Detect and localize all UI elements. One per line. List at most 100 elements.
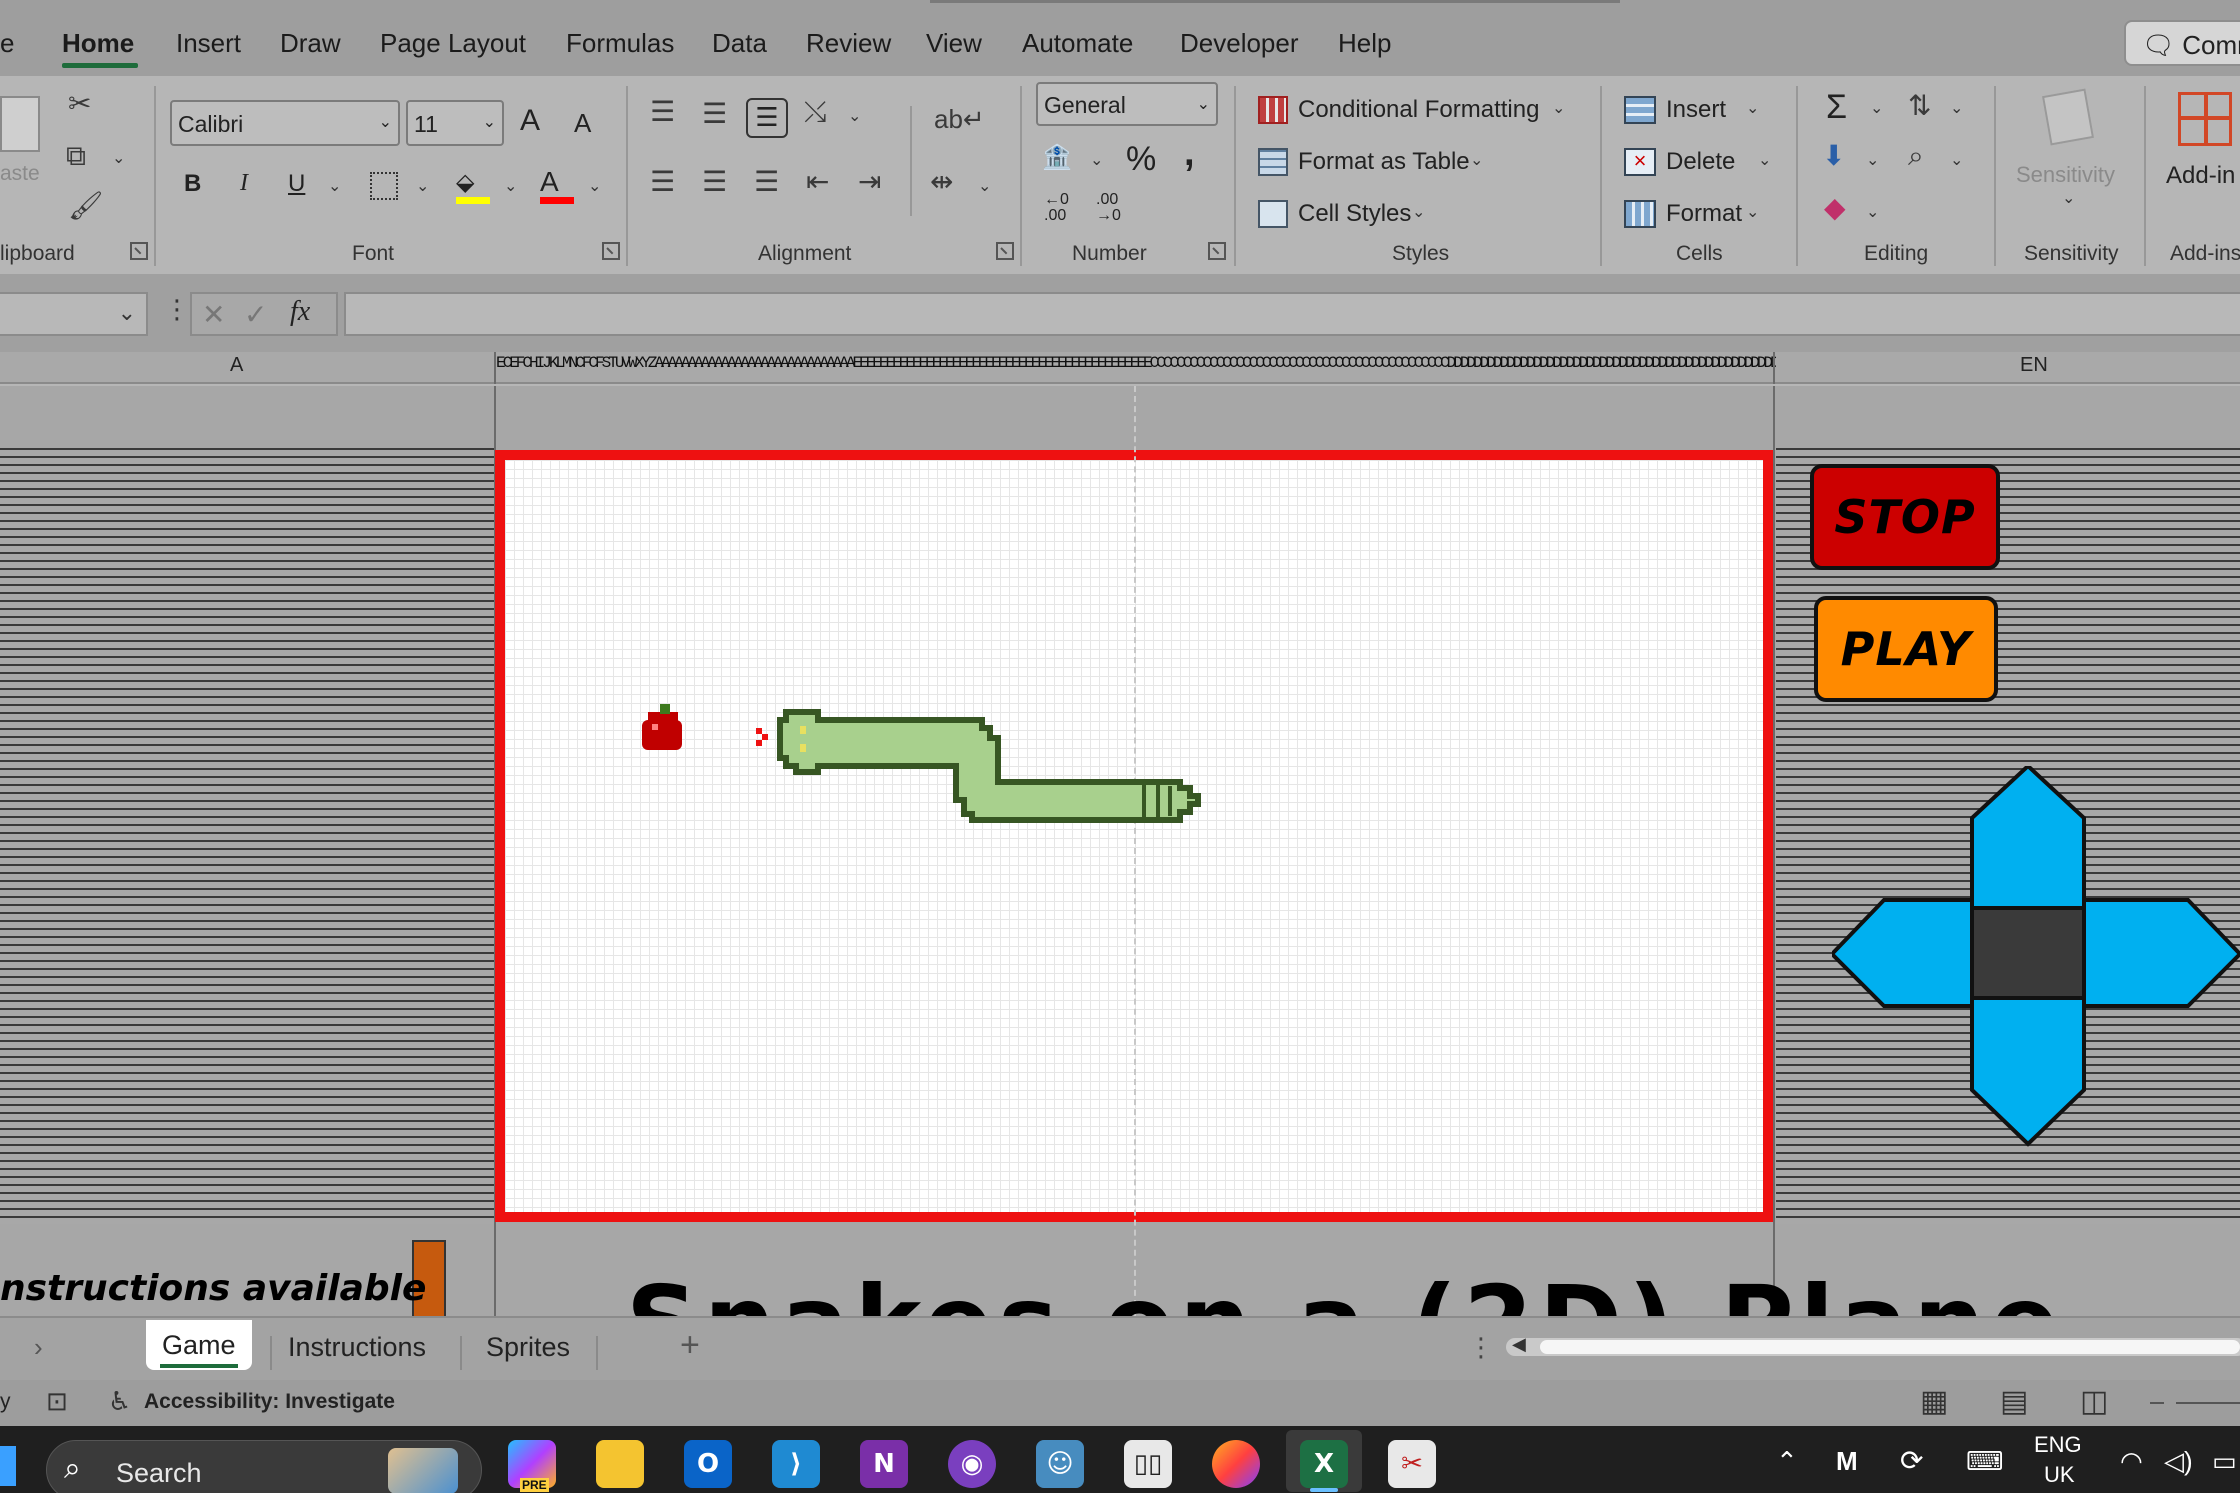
cancel-icon[interactable]: ✕ xyxy=(202,298,225,331)
menu-automate[interactable]: Automate xyxy=(1022,28,1133,59)
align-bottom-icon[interactable]: ☰ xyxy=(746,98,788,138)
chevron-down-icon[interactable]: ⌄ xyxy=(1412,202,1425,222)
macro-recording-icon[interactable]: ⊡ xyxy=(46,1386,68,1417)
delete-cells-button[interactable]: Delete xyxy=(1666,148,1735,176)
orientation-icon[interactable]: ⤯ xyxy=(804,98,826,126)
clipboard-launcher-icon[interactable] xyxy=(130,242,148,260)
autosum-icon[interactable]: Σ xyxy=(1826,88,1847,127)
scroll-left-icon[interactable]: ◀ xyxy=(1512,1334,1526,1355)
cut-icon[interactable]: ✂ xyxy=(68,90,91,118)
dpad-right-button[interactable] xyxy=(2082,898,2240,1008)
chevron-down-icon[interactable]: ⌄ xyxy=(1746,202,1759,222)
normal-view-icon[interactable]: ▦ xyxy=(1920,1384,1948,1419)
worksheet[interactable]: STOP PLAY nstructions available Snakes o… xyxy=(0,386,2240,1316)
language-region[interactable]: UK xyxy=(2044,1462,2075,1488)
zoom-out-icon[interactable] xyxy=(2150,1402,2164,1404)
merge-center-icon[interactable]: ⇹ xyxy=(930,168,953,196)
accounting-dropdown-icon[interactable]: ⌄ xyxy=(1090,150,1103,170)
scroll-tabs-right-icon[interactable]: › xyxy=(34,1332,43,1363)
font-color-dropdown-icon[interactable]: ⌄ xyxy=(588,176,601,196)
accessibility-status[interactable]: Accessibility: Investigate xyxy=(144,1390,395,1414)
volume-icon[interactable]: ◁) xyxy=(2164,1446,2193,1477)
paste-label[interactable]: aste xyxy=(0,162,40,186)
cell-styles-button[interactable]: Cell Styles xyxy=(1298,200,1411,228)
sensitivity-button[interactable]: Sensitivity xyxy=(2016,162,2115,188)
github-icon[interactable]: ◉ xyxy=(948,1440,996,1488)
format-painter-icon[interactable]: 🖌 xyxy=(68,192,104,220)
fill-dropdown-icon[interactable]: ⌄ xyxy=(1866,150,1879,170)
dpad-up-button[interactable] xyxy=(1970,766,2086,910)
menu-draw[interactable]: Draw xyxy=(280,28,341,59)
fill-down-icon[interactable]: ⬇ xyxy=(1822,142,1845,170)
chevron-down-icon[interactable]: ⌄ xyxy=(1552,98,1565,118)
sync-icon[interactable]: ⟳ xyxy=(1900,1444,1923,1477)
wifi-icon[interactable]: ◠ xyxy=(2120,1446,2143,1477)
chevron-down-icon[interactable]: ⌄ xyxy=(2062,188,2075,208)
firefox-icon[interactable] xyxy=(1212,1440,1260,1488)
sensitivity-icon[interactable] xyxy=(2041,88,2095,146)
formula-input[interactable] xyxy=(344,292,2240,336)
clear-icon[interactable]: ◆ xyxy=(1824,194,1846,222)
percent-style-button[interactable]: % xyxy=(1126,140,1156,179)
clear-dropdown-icon[interactable]: ⌄ xyxy=(1866,202,1879,222)
outlook-icon[interactable]: O xyxy=(684,1440,732,1488)
column-header-a[interactable]: A xyxy=(230,354,243,377)
copy-dropdown-icon[interactable]: ⌄ xyxy=(112,148,125,168)
paste-icon[interactable] xyxy=(0,96,40,152)
more-options-icon[interactable]: ⋮ xyxy=(1468,1332,1494,1363)
font-launcher-icon[interactable] xyxy=(602,242,620,260)
fill-color-icon[interactable]: ⬙ xyxy=(456,168,490,204)
font-name-combo[interactable]: Calibri ⌄ xyxy=(170,100,400,146)
sort-filter-icon[interactable]: ⇅ xyxy=(1908,92,1931,120)
underline-button[interactable]: U xyxy=(288,170,305,198)
comments-button[interactable]: 🗨 Comm xyxy=(2124,20,2240,66)
wrap-text-icon[interactable]: ab↵ xyxy=(934,106,985,132)
chevron-down-icon[interactable]: ⌄ xyxy=(1758,150,1771,170)
insert-cells-button[interactable]: Insert xyxy=(1666,96,1726,124)
scrollbar-thumb[interactable] xyxy=(1540,1340,2240,1354)
tab-game[interactable]: Game xyxy=(162,1330,236,1361)
increase-decimal-button[interactable]: ←0 .00 xyxy=(1044,192,1084,224)
number-launcher-icon[interactable] xyxy=(1208,242,1226,260)
app-icon[interactable]: ▯▯ xyxy=(1124,1440,1172,1488)
menu-data[interactable]: Data xyxy=(712,28,767,59)
dpad-down-button[interactable] xyxy=(1970,996,2086,1147)
menu-page-layout[interactable]: Page Layout xyxy=(380,28,526,59)
align-left-icon[interactable]: ☰ xyxy=(650,168,675,196)
enter-icon[interactable]: ✓ xyxy=(244,298,267,331)
chevron-down-icon[interactable]: ⌄ xyxy=(118,300,136,326)
decrease-decimal-button[interactable]: .00 →0 xyxy=(1096,192,1136,224)
excel-icon[interactable]: X xyxy=(1300,1440,1348,1488)
align-right-icon[interactable]: ☰ xyxy=(754,168,779,196)
stop-button[interactable]: STOP xyxy=(1810,464,2000,570)
sort-dropdown-icon[interactable]: ⌄ xyxy=(1950,98,1963,118)
tray-overflow-icon[interactable]: ⌃ xyxy=(1776,1446,1798,1477)
name-box[interactable]: ⌄ xyxy=(0,292,148,336)
comma-style-button[interactable]: , xyxy=(1184,132,1195,175)
orientation-dropdown-icon[interactable]: ⌄ xyxy=(848,106,861,126)
find-dropdown-icon[interactable]: ⌄ xyxy=(1950,150,1963,170)
align-top-icon[interactable]: ☰ xyxy=(650,98,675,126)
decrease-font-icon[interactable]: A xyxy=(574,108,591,139)
menu-formulas[interactable]: Formulas xyxy=(566,28,674,59)
onenote-icon[interactable]: N xyxy=(860,1440,908,1488)
conditional-formatting-button[interactable]: Conditional Formatting xyxy=(1298,96,1539,124)
menu-file[interactable]: e xyxy=(0,28,14,59)
borders-dropdown-icon[interactable]: ⌄ xyxy=(416,176,429,196)
language-code[interactable]: ENG xyxy=(2034,1432,2082,1458)
keyboard-icon[interactable]: ⌨ xyxy=(1966,1446,2004,1477)
fill-color-dropdown-icon[interactable]: ⌄ xyxy=(504,176,517,196)
battery-icon[interactable]: ▭ xyxy=(2212,1446,2237,1477)
underline-dropdown-icon[interactable]: ⌄ xyxy=(328,176,341,196)
format-cells-button[interactable]: Format xyxy=(1666,200,1742,228)
align-middle-icon[interactable]: ☰ xyxy=(702,100,727,128)
menu-home[interactable]: Home xyxy=(62,28,134,59)
menu-review[interactable]: Review xyxy=(806,28,891,59)
vscode-icon[interactable]: ⟩ xyxy=(772,1440,820,1488)
insert-function-button[interactable]: fx xyxy=(290,296,310,328)
borders-icon[interactable] xyxy=(370,172,398,200)
number-format-combo[interactable]: General ⌄ xyxy=(1036,82,1218,126)
menu-view[interactable]: View xyxy=(926,28,982,59)
bold-button[interactable]: B xyxy=(184,170,201,198)
column-header-en[interactable]: EN xyxy=(2020,354,2048,377)
